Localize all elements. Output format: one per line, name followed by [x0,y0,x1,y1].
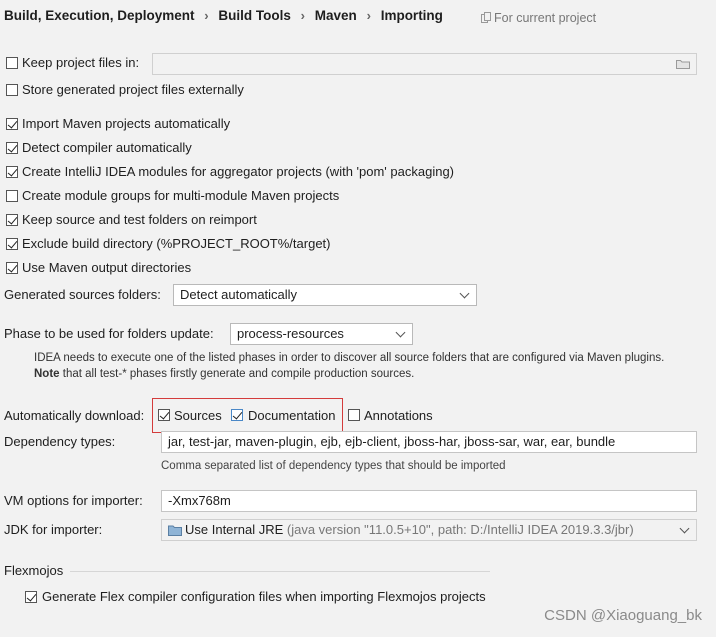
breadcrumb: Build, Execution, Deployment › Build Too… [4,8,443,23]
generated-sources-select[interactable]: Detect automatically [173,284,477,306]
flex-generate-checkbox[interactable] [25,591,37,603]
auto-download-label: Automatically download: [4,408,145,423]
keep-source-folders-checkbox[interactable] [6,214,18,226]
flexmojos-section-title: Flexmojos [4,563,64,578]
create-modules-checkbox[interactable] [6,166,18,178]
keep-project-files-label: Keep project files in: [22,55,140,70]
folder-icon [676,60,690,69]
module-groups-label: Create module groups for multi-module Ma… [22,188,340,203]
jdk-detail: (java version "11.0.5+10", path: D:/Inte… [283,522,634,537]
module-groups-checkbox[interactable] [6,190,18,202]
generated-sources-label: Generated sources folders: [4,287,161,302]
breadcrumb-separator: › [204,8,209,23]
keep-project-files-checkbox[interactable] [6,57,18,69]
dependency-types-input[interactable]: jar, test-jar, maven-plugin, ejb, ejb-cl… [161,431,697,453]
create-modules-label: Create IntelliJ IDEA modules for aggrega… [22,164,455,179]
project-files-path-field [152,53,697,75]
breadcrumb-item-build-execution-deployment[interactable]: Build, Execution, Deployment [4,8,195,23]
import-auto-label: Import Maven projects automatically [22,116,231,131]
phase-note-line1: IDEA needs to execute one of the listed … [34,352,665,364]
keep-source-folders-label: Keep source and test folders on reimport [22,212,257,227]
chevron-down-icon [395,327,406,338]
download-annotations-checkbox[interactable] [348,409,360,421]
breadcrumb-item-importing: Importing [380,8,443,23]
download-documentation-checkbox[interactable] [231,409,243,421]
breadcrumb-item-maven[interactable]: Maven [315,8,357,23]
use-output-dirs-label: Use Maven output directories [22,260,192,275]
phase-update-label: Phase to be used for folders update: [4,326,214,341]
download-annotations-label: Annotations [364,408,433,423]
jdk-select[interactable]: Use Internal JRE (java version "11.0.5+1… [161,519,697,541]
watermark: CSDN @Xiaoguang_bk [544,607,702,624]
use-output-dirs-checkbox[interactable] [6,262,18,274]
section-divider [70,571,490,572]
flex-generate-label: Generate Flex compiler configuration fil… [42,589,486,604]
scope-indicator: For current project [481,11,596,25]
dependency-types-label: Dependency types: [4,434,116,449]
import-auto-checkbox[interactable] [6,118,18,130]
chevron-down-icon [679,523,690,534]
copy-icon [481,12,491,23]
phase-update-value: process-resources [237,326,344,341]
phase-update-select[interactable]: process-resources [230,323,413,345]
exclude-build-dir-checkbox[interactable] [6,238,18,250]
store-externally-checkbox[interactable] [6,84,18,96]
exclude-build-dir-label: Exclude build directory (%PROJECT_ROOT%/… [22,236,331,251]
generated-sources-value: Detect automatically [180,287,298,302]
phase-note-text: that all test-* phases firstly generate … [59,368,415,380]
vm-options-label: VM options for importer: [4,493,143,508]
download-sources-label: Sources [174,408,222,423]
dependency-types-hint: Comma separated list of dependency types… [161,460,506,472]
phase-note-line2: Note that all test-* phases firstly gene… [34,368,414,380]
detect-compiler-checkbox[interactable] [6,142,18,154]
store-externally-label: Store generated project files externally [22,82,244,97]
vm-options-input[interactable]: -Xmx768m [161,490,697,512]
chevron-down-icon [459,288,470,299]
folder-icon [168,525,182,536]
breadcrumb-separator: › [300,8,306,23]
detect-compiler-label: Detect compiler automatically [22,140,192,155]
scope-label: For current project [494,11,597,25]
jdk-label: JDK for importer: [4,522,103,537]
breadcrumb-item-build-tools[interactable]: Build Tools [218,8,291,23]
jdk-value: Use Internal JRE [185,522,284,537]
breadcrumb-separator: › [366,8,371,23]
phase-note-bold: Note [34,368,60,380]
download-documentation-label: Documentation [248,408,336,423]
download-sources-checkbox[interactable] [158,409,170,421]
